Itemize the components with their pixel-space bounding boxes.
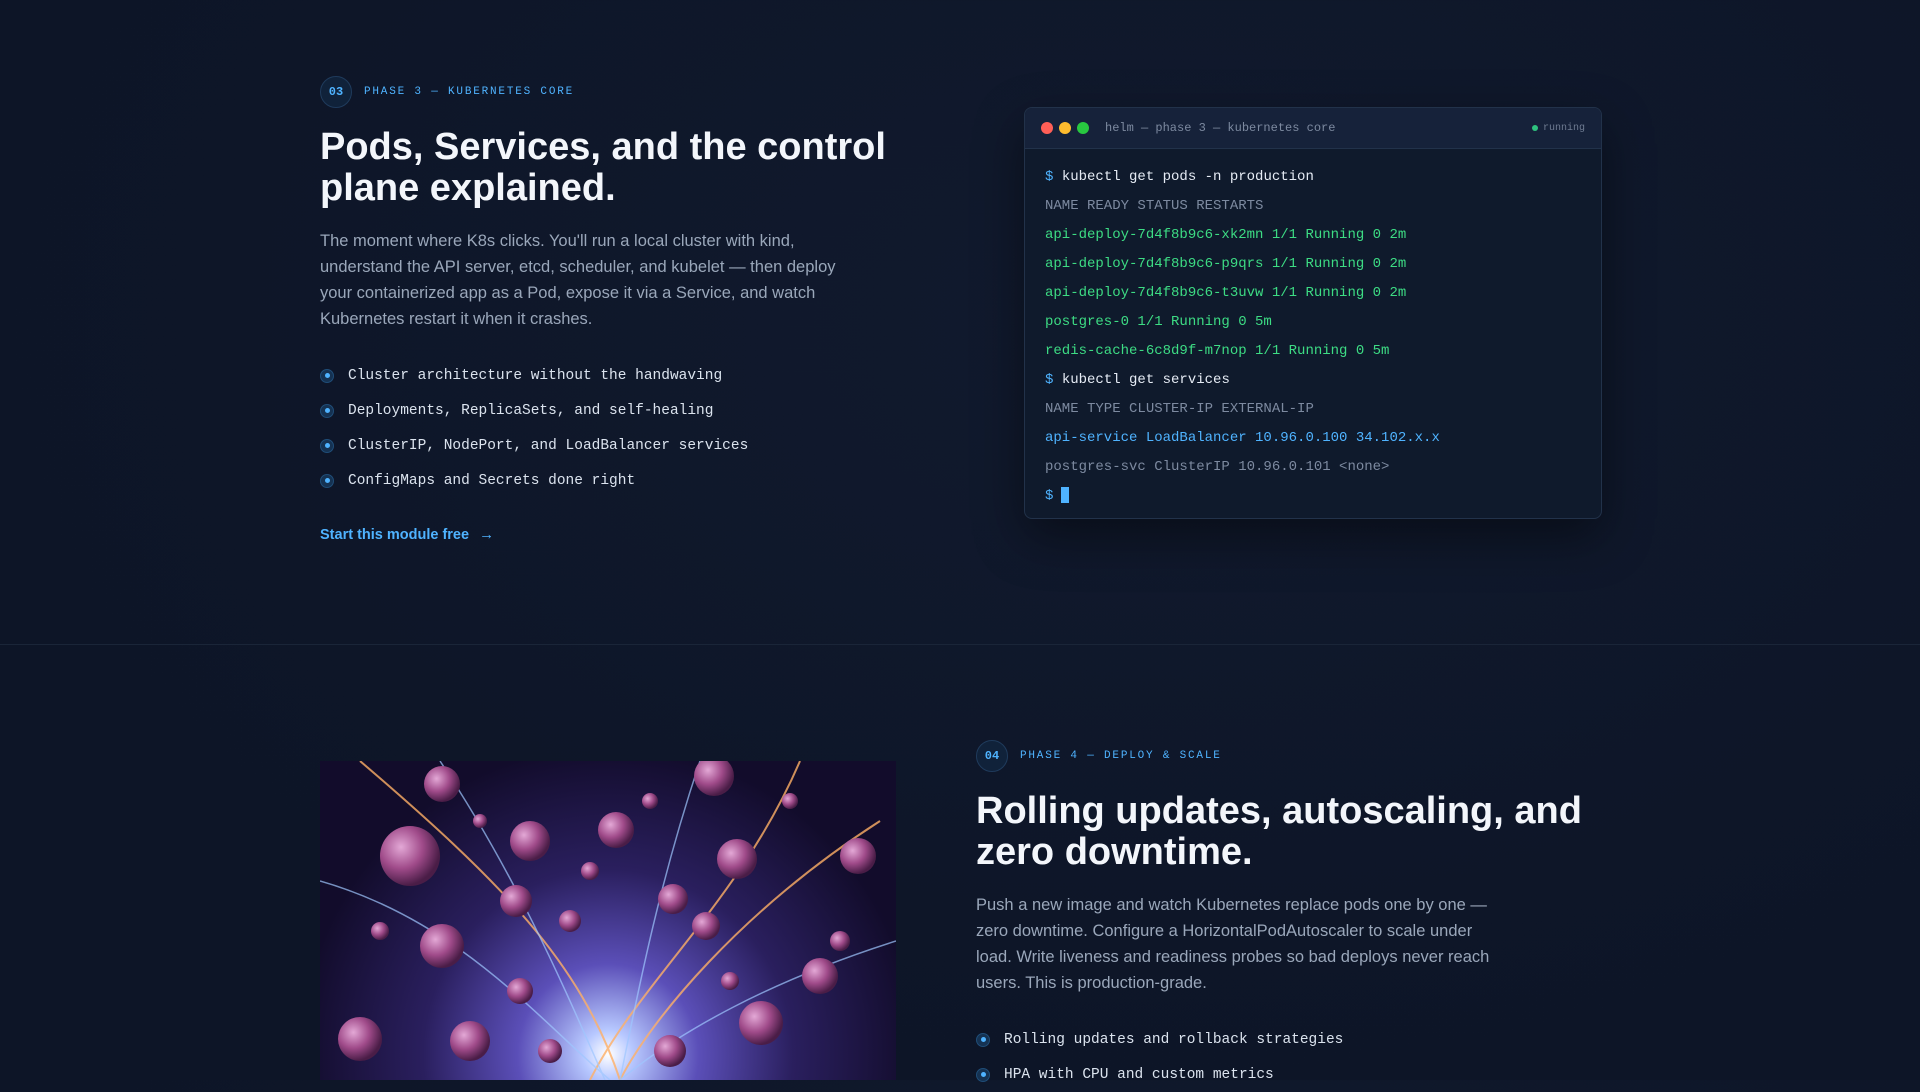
- phase4-feature-list: Rolling updates and rollback strategies …: [976, 1022, 1343, 1092]
- terminal-title: helm — phase 3 — kubernetes core: [1105, 121, 1336, 135]
- phase3-description: The moment where K8s clicks. You'll run …: [320, 232, 836, 328]
- list-item: Deployments, ReplicaSets, and self-heali…: [320, 393, 748, 428]
- phase3-label: PHASE 3 — KUBERNETES CORE: [364, 86, 575, 98]
- phase3-number-badge: 03: [320, 76, 352, 108]
- terminal-line: postgres-svc ClusterIP 10.96.0.101 <none…: [1045, 459, 1390, 475]
- prompt-symbol: $: [1045, 372, 1054, 388]
- feature-text: Rolling updates and rollback strategies: [1004, 1031, 1344, 1048]
- list-item: ConfigMaps and Secrets done right: [320, 463, 748, 498]
- minimize-dot-icon[interactable]: [1059, 122, 1071, 134]
- bullet-icon: [976, 1067, 990, 1082]
- cursor-icon: [1061, 487, 1070, 504]
- terminal-line-text: kubectl get services: [1061, 372, 1230, 388]
- terminal-line: $ kubectl get services: [1045, 366, 1581, 395]
- feature-text: ConfigMaps and Secrets done right: [348, 472, 636, 489]
- bullet-icon: [320, 368, 334, 383]
- status-dot-icon: [1531, 125, 1538, 131]
- start-module-label: Start this module free: [320, 526, 470, 543]
- feature-text: Cluster architecture without the handwav…: [348, 367, 723, 384]
- terminal-line: api-deploy-7d4f8b9c6-t3uvw 1/1 Running 0…: [1045, 285, 1407, 301]
- blue-swirl: [320, 761, 896, 1080]
- close-dot-icon[interactable]: [1041, 122, 1053, 134]
- phase4-label: PHASE 4 — DEPLOY & SCALE: [1020, 750, 1222, 762]
- terminal-status-text: running: [1542, 122, 1585, 134]
- list-item: ClusterIP, NodePort, and LoadBalancer se…: [320, 428, 748, 463]
- terminal-status: running: [1531, 108, 1585, 148]
- bullet-icon: [320, 473, 334, 488]
- terminal-line: api-service LoadBalancer 10.96.0.100 34.…: [1045, 430, 1440, 446]
- arrow-right-icon: →: [479, 526, 495, 543]
- list-item: Rolling updates and rollback strategies: [976, 1022, 1343, 1057]
- maximize-dot-icon[interactable]: [1077, 122, 1089, 134]
- terminal-line: NAME TYPE CLUSTER-IP EXTERNAL-IP: [1045, 401, 1314, 417]
- terminal-window: helm — phase 3 — kubernetes core running…: [1024, 107, 1602, 519]
- terminal-line: redis-cache-6c8d9f-m7nop 1/1 Running 0 5…: [1045, 343, 1390, 359]
- phase4-description: Push a new image and watch Kubernetes re…: [976, 896, 1490, 992]
- phase4-header: 04 PHASE 4 — DEPLOY & SCALE: [976, 740, 1222, 772]
- illustration-svg: [320, 761, 896, 1080]
- terminal-line: postgres-0 1/1 Running 0 5m: [1045, 314, 1272, 330]
- list-item: HPA with CPU and custom metrics: [976, 1057, 1343, 1092]
- section-divider: [0, 644, 1920, 645]
- list-item: Cluster architecture without the handwav…: [320, 358, 748, 393]
- phase3-header: 03 PHASE 3 — KUBERNETES CORE: [320, 76, 574, 108]
- terminal-line: api-deploy-7d4f8b9c6-xk2mn 1/1 Running 0…: [1045, 227, 1407, 243]
- bullet-icon: [976, 1032, 990, 1047]
- start-module-link[interactable]: Start this module free →: [320, 526, 494, 543]
- phase3-feature-list: Cluster architecture without the handwav…: [320, 358, 748, 498]
- terminal-prompt-line[interactable]: $: [1045, 482, 1581, 511]
- phase4-title: Rolling updates, autoscaling, and zero d…: [976, 790, 1582, 873]
- terminal-output: $ kubectl get pods -n production NAME RE…: [1025, 149, 1601, 511]
- terminal-line: $ kubectl get pods -n production: [1045, 163, 1581, 192]
- feature-text: Deployments, ReplicaSets, and self-heali…: [348, 402, 714, 419]
- bubbles: [338, 761, 876, 1067]
- bullet-icon: [320, 403, 334, 418]
- feature-text: HPA with CPU and custom metrics: [1004, 1066, 1274, 1083]
- orange-swirl: [359, 761, 881, 1080]
- phase3-title: Pods, Services, and the control plane ex…: [320, 126, 886, 209]
- bullet-icon: [320, 438, 334, 453]
- prompt-symbol: $: [1045, 169, 1054, 185]
- terminal-line: api-deploy-7d4f8b9c6-p9qrs 1/1 Running 0…: [1045, 256, 1407, 272]
- terminal-line: NAME READY STATUS RESTARTS: [1045, 198, 1264, 214]
- phase4-number-badge: 04: [976, 740, 1008, 772]
- prompt-symbol: $: [1045, 488, 1054, 504]
- terminal-line-text: kubectl get pods -n production: [1061, 169, 1314, 185]
- pods-illustration-image: [320, 761, 896, 1080]
- terminal-title-bar: helm — phase 3 — kubernetes core running: [1025, 108, 1601, 149]
- feature-text: ClusterIP, NodePort, and LoadBalancer se…: [348, 437, 749, 454]
